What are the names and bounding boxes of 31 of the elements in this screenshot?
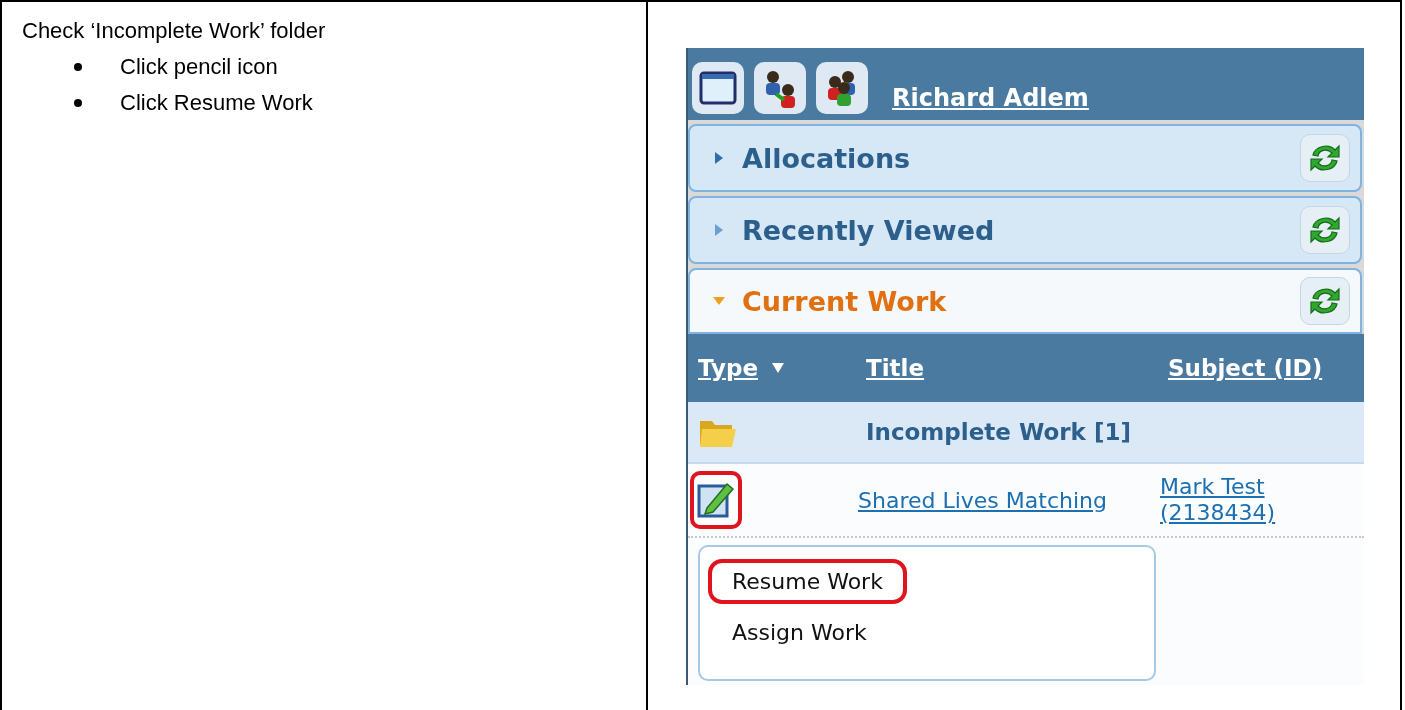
menu-item[interactable]: Assign Work — [708, 610, 891, 655]
user-name-link[interactable]: Richard Adlem — [892, 84, 1089, 112]
section-header[interactable]: Recently Viewed — [688, 196, 1362, 264]
bullet-icon — [74, 99, 82, 107]
window-icon — [699, 71, 737, 105]
column-header-link[interactable]: Title — [866, 355, 1168, 381]
refresh-button[interactable] — [1300, 277, 1350, 325]
menu-item[interactable]: Resume Work — [708, 559, 907, 604]
refresh-button[interactable] — [1300, 134, 1350, 182]
section-title: Current Work — [742, 285, 948, 317]
pencil-button[interactable] — [690, 471, 742, 529]
work-row[interactable]: Shared Lives Matching Mark Test (2138434) — [688, 464, 1364, 538]
people-button[interactable] — [754, 62, 806, 114]
instruction-heading: Check ‘Incomplete Work’ folder — [22, 18, 327, 44]
step-text: Click Resume Work — [120, 90, 313, 116]
work-title-link[interactable]: Shared Lives Matching — [858, 487, 1160, 513]
subject-link[interactable]: Mark Test (2138434) — [1160, 473, 1310, 527]
group-button[interactable] — [816, 62, 868, 114]
section-header[interactable]: Allocations — [688, 124, 1362, 192]
folder-title: Incomplete Work [1] — [866, 419, 1132, 445]
section-title: Recently Viewed — [742, 214, 996, 246]
column-header-link[interactable]: Type — [698, 355, 866, 381]
section-title: Allocations — [742, 142, 912, 174]
column-header-link[interactable]: Subject (ID) — [1168, 355, 1364, 381]
folder-row[interactable]: Incomplete Work [1] — [688, 402, 1364, 464]
section-header[interactable]: Current Work — [688, 268, 1362, 334]
bullet-icon — [74, 63, 82, 71]
window-button[interactable] — [692, 62, 744, 114]
sort-arrow-icon — [772, 363, 784, 373]
refresh-button[interactable] — [1300, 206, 1350, 254]
step-text: Click pencil icon — [120, 54, 278, 80]
